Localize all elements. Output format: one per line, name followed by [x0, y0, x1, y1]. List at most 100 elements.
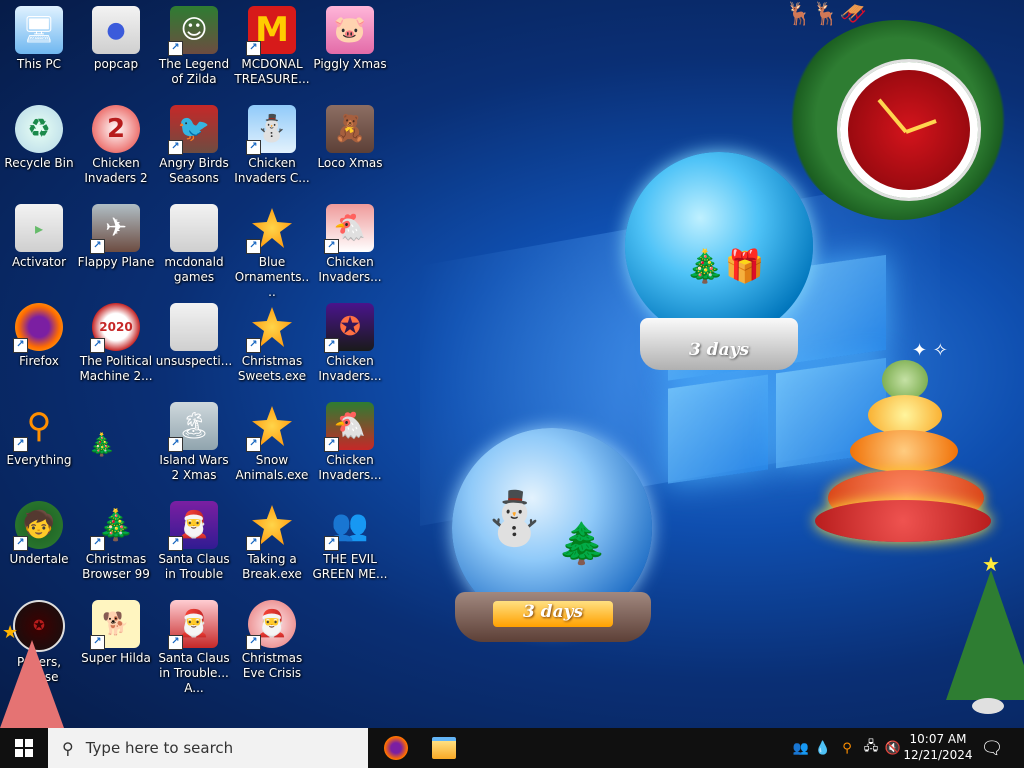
- shortcut-arrow-icon: ↗: [90, 635, 105, 650]
- desktop-icon-christmas-eve-crisis[interactable]: 🎅 ↗ Christmas Eve Crisis: [233, 600, 311, 681]
- desktop-icon-label: Taking a Break.exe: [242, 552, 302, 581]
- teddy-bear-icon: 🧸: [326, 105, 374, 153]
- desktop-icon-santa-claus-in-trouble-a[interactable]: 🎅 ↗ Santa Claus in Trouble... A...: [155, 600, 233, 696]
- santa-icon: 🎅 ↗: [168, 501, 218, 551]
- desktop-icon-mcdonald-games[interactable]: mcdonald games: [155, 204, 233, 285]
- plane-icon: ✈ ↗: [90, 204, 140, 254]
- desktop-icon-label: Recycle Bin: [4, 156, 74, 170]
- folder-icon: [432, 737, 456, 759]
- desktop-icon-island-wars-2[interactable]: 🏝 ↗ Island Wars 2 Xmas: [155, 402, 233, 483]
- desktop-icon-label: This PC: [17, 57, 61, 71]
- snowman-icon: ⛄: [482, 489, 547, 549]
- shortcut-arrow-icon: ↗: [168, 536, 183, 551]
- sparkle-icon: ✦ ✧: [912, 340, 948, 361]
- desktop-icon-undertale[interactable]: 🧒 ↗ Undertale: [0, 501, 78, 567]
- desktop-icon-political-machine[interactable]: 2020 ↗ The Political Machine 2...: [77, 303, 155, 384]
- desktop-icon-chicken-invaders-c[interactable]: ⛄ ↗ Chicken Invaders C...: [233, 105, 311, 186]
- taskbar-search-box[interactable]: ⚲ Type here to search: [48, 728, 368, 768]
- desktop-icon-label: Christmas Sweets.exe: [237, 354, 307, 383]
- desktop-icon-label: Undertale: [9, 552, 69, 566]
- christmas-tree-icon: 🎄: [88, 432, 116, 458]
- shortcut-arrow-icon: ↗: [246, 437, 261, 452]
- days-countdown-label: 3 days: [688, 340, 750, 360]
- shortcut-arrow-icon: ↗: [246, 635, 261, 650]
- undertale-character-icon: 🧒 ↗: [13, 501, 63, 551]
- shortcut-arrow-icon: ↗: [168, 41, 183, 56]
- desktop-icon-chicken-invaders-5[interactable]: 🐔 ↗ Chicken Invaders...: [311, 402, 389, 483]
- desktop-icon-label: Snow Animals.exe: [235, 453, 309, 482]
- desktop-icon-this-pc[interactable]: 🖥 This PC: [0, 6, 78, 72]
- shortcut-arrow-icon: ↗: [246, 338, 261, 353]
- tray-search-icon[interactable]: ⚲: [836, 728, 858, 768]
- desktop-icon-super-hilda[interactable]: 🐕 ↗ Super Hilda: [77, 600, 155, 666]
- clock-face: [840, 62, 978, 198]
- start-button[interactable]: [0, 728, 48, 768]
- star-app-icon: ↗: [246, 303, 296, 353]
- tray-drop-icon[interactable]: 💧: [812, 728, 834, 768]
- shortcut-arrow-icon: ↗: [324, 536, 339, 551]
- desktop-icon-label: popcap: [93, 57, 139, 71]
- desktop-icon-santa-claus-in-trouble[interactable]: 🎅 ↗ Santa Claus in Trouble: [155, 501, 233, 582]
- desktop-icon-snow-animals[interactable]: ↗ Snow Animals.exe: [233, 402, 311, 483]
- christmas-tree-icon: 🎄 ↗: [90, 501, 140, 551]
- shortcut-arrow-icon: ↗: [13, 437, 28, 452]
- desktop-icon-firefox[interactable]: ↗ Firefox: [0, 303, 78, 369]
- desktop-icon-angry-birds-seasons[interactable]: 🐦 ↗ Angry Birds Seasons: [155, 105, 233, 186]
- shortcut-arrow-icon: ↗: [246, 536, 261, 551]
- star-app-icon: ↗: [246, 501, 296, 551]
- desktop-icon-recycle-bin[interactable]: ♻ Recycle Bin: [0, 105, 78, 171]
- desktop-icon-label: Island Wars 2 Xmas: [159, 453, 229, 482]
- windows-logo-icon: [15, 739, 33, 757]
- notification-center-icon[interactable]: 🗨: [976, 728, 1008, 768]
- desktop-icon-label: Activator: [11, 255, 67, 269]
- folder-icon: [170, 303, 218, 351]
- desktop-icon-loco-xmas[interactable]: 🧸 Loco Xmas: [311, 105, 389, 171]
- clock-date: 12/21/2024: [903, 748, 973, 762]
- election-badge-icon: 2020 ↗: [90, 303, 140, 353]
- desktop-icon-flappy-plane[interactable]: ✈ ↗ Flappy Plane: [77, 204, 155, 270]
- desktop-icon-blue-ornaments[interactable]: ↗ Blue Ornaments....: [233, 204, 311, 300]
- desktop-icon-piggly-xmas[interactable]: 🐷 Piggly Xmas: [311, 6, 389, 72]
- taskbar-clock[interactable]: 10:07 AM 12/21/2024: [900, 731, 976, 763]
- santa-icon: 🎅 ↗: [168, 600, 218, 650]
- reindeer-sleigh-icon: 🦌🦌🛷: [785, 2, 868, 27]
- desktop-icon-evil-green-me[interactable]: 👥 ↗ THE EVIL GREEN ME...: [311, 501, 389, 582]
- recycle-bin-icon: ♻: [15, 105, 63, 153]
- desktop-icon-christmas-sweets[interactable]: ↗ Christmas Sweets.exe: [233, 303, 311, 384]
- desktop-icon-mcdonal-treasure[interactable]: M ↗ MCDONAL TREASURE...: [233, 6, 311, 87]
- desktop-icon-chicken-invaders-4[interactable]: ✪ ↗ Chicken Invaders...: [311, 303, 389, 384]
- desktop-icon-label: Chicken Invaders 2: [84, 156, 148, 185]
- desktop-icon-unsuspecti[interactable]: unsuspecti...: [155, 303, 233, 369]
- clock-time: 10:07 AM: [909, 732, 967, 746]
- desktop-icon-activator[interactable]: ▸ Activator: [0, 204, 78, 270]
- desktop-icon-label: unsuspecti...: [155, 354, 233, 368]
- desktop-icon-chicken-invaders-2[interactable]: 2 Chicken Invaders 2: [77, 105, 155, 186]
- desktop-icon-legend-of-zilda[interactable]: ☺ ↗ The Legend of Zilda: [155, 6, 233, 87]
- taskbar-file-explorer[interactable]: [420, 728, 468, 768]
- network-icon[interactable]: 🖧: [860, 728, 882, 768]
- desktop-icon-taking-a-break[interactable]: ↗ Taking a Break.exe: [233, 501, 311, 582]
- chicken-icon: 🐔 ↗: [324, 402, 374, 452]
- tree-shape: [946, 570, 1024, 700]
- angry-bird-icon: 🐦 ↗: [168, 105, 218, 155]
- chicken-icon: 2: [92, 105, 140, 153]
- desktop-icon-everything[interactable]: ⚲ ↗ Everything: [0, 402, 78, 468]
- clock-hand: [905, 119, 937, 134]
- taskbar-firefox[interactable]: [372, 728, 420, 768]
- magnifier-icon: ⚲ ↗: [13, 402, 63, 452]
- pig-icon: 🐷: [326, 6, 374, 54]
- shortcut-arrow-icon: ↗: [90, 338, 105, 353]
- tray-people-icon[interactable]: 👥: [790, 728, 812, 768]
- desktop-icon-chicken-invaders-3[interactable]: 🐔 ↗ Chicken Invaders...: [311, 204, 389, 285]
- shortcut-arrow-icon: ↗: [246, 239, 261, 254]
- desktop-icon-label: Piggly Xmas: [313, 57, 387, 71]
- desktop-icon-label: Christmas Browser 99: [82, 552, 150, 581]
- desktop-icon-popcap[interactable]: ● popcap: [77, 6, 155, 72]
- desktop-icon-label: MCDONAL TREASURE...: [234, 57, 310, 86]
- desktop-icon-label: Santa Claus in Trouble... A...: [158, 651, 230, 695]
- clock-hand: [877, 98, 908, 134]
- desktop-icon-label: THE EVIL GREEN ME...: [312, 552, 388, 581]
- snowman-chicken-icon: ⛄ ↗: [246, 105, 296, 155]
- shortcut-arrow-icon: ↗: [90, 239, 105, 254]
- desktop-icon-christmas-browser-99[interactable]: 🎄 ↗ Christmas Browser 99: [77, 501, 155, 582]
